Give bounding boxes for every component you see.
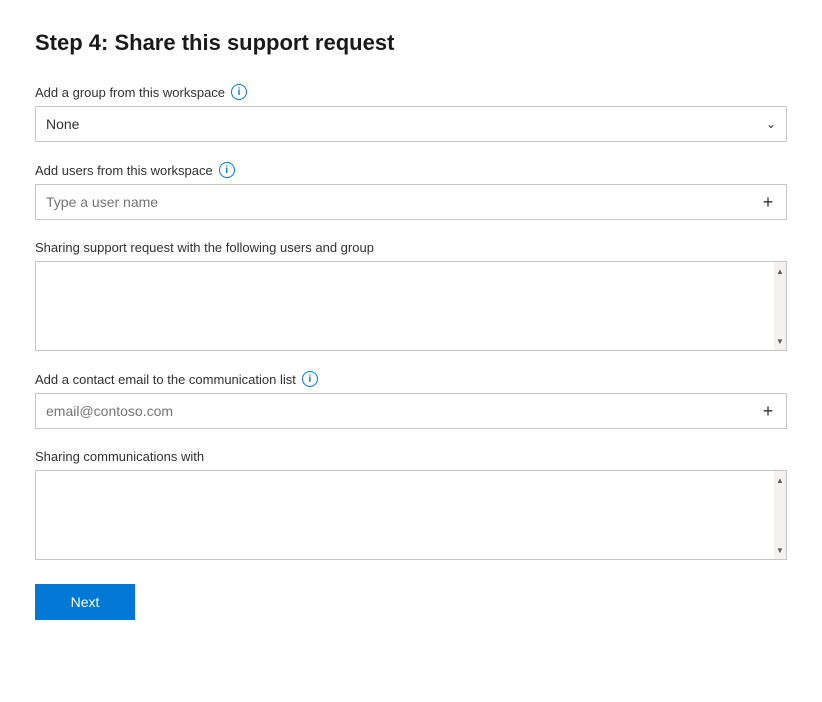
email-info-icon[interactable]: i	[302, 371, 318, 387]
group-label-text: Add a group from this workspace	[35, 85, 225, 100]
sharing-users-label: Sharing support request with the followi…	[35, 240, 787, 255]
sharing-comms-box[interactable]: ▲ ▼	[35, 470, 787, 560]
email-input[interactable]	[36, 403, 750, 419]
footer: Next	[35, 584, 787, 620]
sharing-comms-label-text: Sharing communications with	[35, 449, 204, 464]
sharing-comms-label: Sharing communications with	[35, 449, 787, 464]
users-input-wrapper: +	[35, 184, 787, 220]
next-button[interactable]: Next	[35, 584, 135, 620]
scrollbar-track-users: ▲ ▼	[774, 262, 786, 350]
group-dropdown[interactable]: None ⌄	[35, 106, 787, 142]
sharing-users-label-text: Sharing support request with the followi…	[35, 240, 374, 255]
scroll-down-icon[interactable]: ▼	[774, 334, 786, 348]
group-section: Add a group from this workspace i None ⌄	[35, 84, 787, 142]
user-name-input[interactable]	[36, 194, 750, 210]
chevron-down-icon: ⌄	[766, 117, 776, 131]
scroll-up-icon[interactable]: ▲	[774, 264, 786, 278]
sharing-users-box[interactable]: ▲ ▼	[35, 261, 787, 351]
users-label-text: Add users from this workspace	[35, 163, 213, 178]
add-email-button[interactable]: +	[750, 394, 786, 428]
scroll-down-comms-icon[interactable]: ▼	[774, 543, 786, 557]
email-input-wrapper: +	[35, 393, 787, 429]
scroll-up-comms-icon[interactable]: ▲	[774, 473, 786, 487]
group-dropdown-value: None	[46, 116, 766, 132]
email-section: Add a contact email to the communication…	[35, 371, 787, 429]
page-title: Step 4: Share this support request	[35, 30, 787, 56]
email-label-text: Add a contact email to the communication…	[35, 372, 296, 387]
users-section: Add users from this workspace i +	[35, 162, 787, 220]
users-section-label: Add users from this workspace i	[35, 162, 787, 178]
sharing-users-section: Sharing support request with the followi…	[35, 240, 787, 351]
scrollbar-track-comms: ▲ ▼	[774, 471, 786, 559]
email-section-label: Add a contact email to the communication…	[35, 371, 787, 387]
group-info-icon[interactable]: i	[231, 84, 247, 100]
sharing-comms-section: Sharing communications with ▲ ▼	[35, 449, 787, 560]
add-user-button[interactable]: +	[750, 185, 786, 219]
users-info-icon[interactable]: i	[219, 162, 235, 178]
group-section-label: Add a group from this workspace i	[35, 84, 787, 100]
